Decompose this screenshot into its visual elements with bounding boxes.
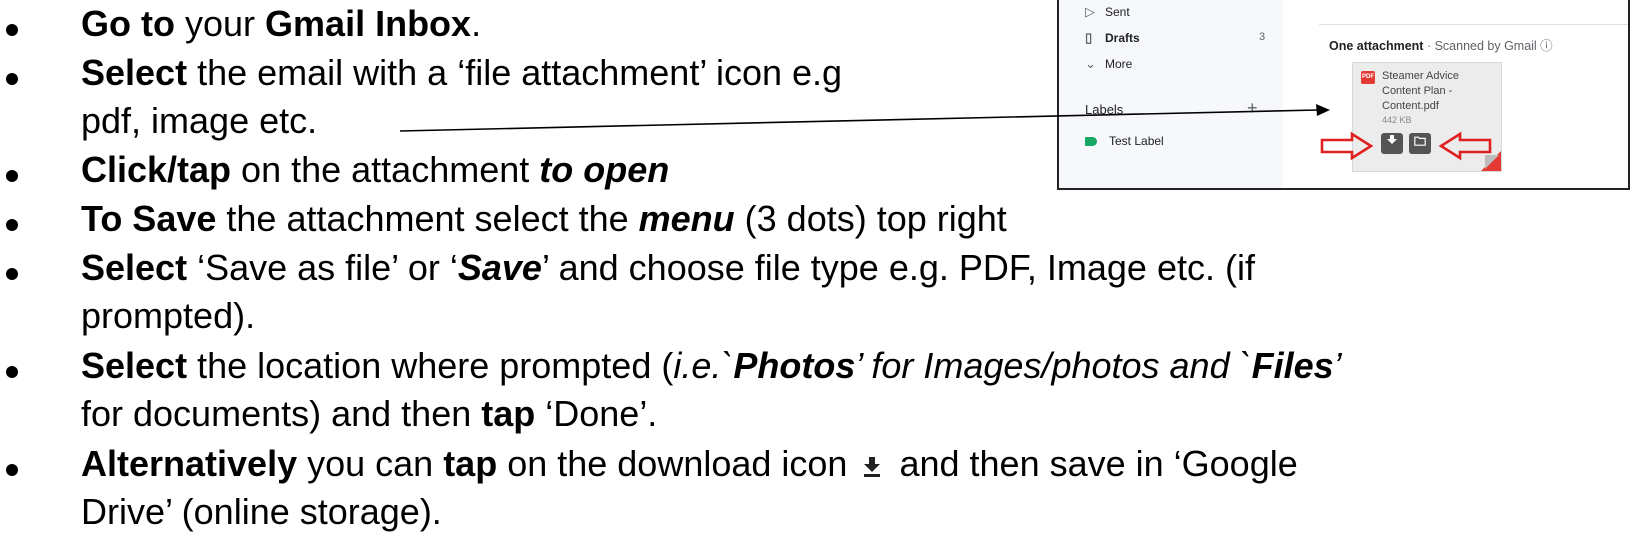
instruction-text-segment: you can xyxy=(297,443,444,484)
instruction-text-segment: Drive’ (online storage). xyxy=(81,491,442,532)
download-button[interactable] xyxy=(1381,133,1403,154)
instruction-text-segment: pdf, image etc. xyxy=(81,100,318,141)
instruction-text-segment: tap xyxy=(443,443,498,484)
instruction-text-segment: . xyxy=(471,3,482,44)
sidebar-item-sent[interactable]: ▷ Sent xyxy=(1085,4,1130,20)
instruction-text-segment: the attachment select the xyxy=(216,198,639,239)
instruction-line: pdf, image etc. xyxy=(81,101,317,141)
label-tag-icon xyxy=(1085,136,1097,146)
bullet xyxy=(6,464,18,476)
instruction-line: prompted). xyxy=(81,296,255,336)
instruction-text-segment: on the download icon xyxy=(497,443,858,484)
instruction-text-segment: your xyxy=(174,3,266,44)
instruction-line: Click/tap on the attachment to open xyxy=(81,150,669,190)
instruction-text-segment: the location where prompted ( xyxy=(187,345,674,386)
instruction-text-segment: Gmail Inbox xyxy=(265,3,472,44)
instruction-text-segment: prompted). xyxy=(81,295,256,336)
instruction-text-segment: Select xyxy=(81,345,188,386)
bullet xyxy=(6,268,18,280)
instruction-text-segment: for documents) and then xyxy=(81,393,482,434)
instruction-text-segment: (3 dots) top right xyxy=(734,198,1007,239)
instruction-text-segment: ‘Done’. xyxy=(535,393,658,434)
instruction-text-segment: the email with a ‘file attachment’ icon … xyxy=(187,52,843,93)
download-icon xyxy=(864,457,881,478)
instruction-line: Alternatively you can tap on the downloa… xyxy=(81,444,1298,484)
sidebar-item-drafts[interactable]: ▯ Drafts xyxy=(1085,30,1140,46)
sidebar-item-label: More xyxy=(1105,57,1133,71)
sidebar-item-label: Test Label xyxy=(1109,134,1164,148)
instruction-line: Go to your Gmail Inbox. xyxy=(81,4,481,44)
chevron-down-icon: ⌄ xyxy=(1085,56,1096,71)
instruction-text-segment: Select xyxy=(81,247,188,288)
instruction-text-segment: ’ and choose file type e.g. PDF, Image e… xyxy=(541,247,1255,288)
instruction-text-segment: Photos xyxy=(733,345,856,386)
sidebar-item-label: Drafts xyxy=(1105,31,1140,45)
page-fold-decoration xyxy=(1485,155,1499,169)
attachment-file-size: 442 KB xyxy=(1382,115,1412,125)
attachment-file-name: Steamer Advice Content Plan - Content.pd… xyxy=(1382,70,1460,112)
pdf-icon: PDF xyxy=(1361,71,1375,84)
labels-heading: Labels xyxy=(1085,102,1124,117)
instruction-line: To Save the attachment select the menu (… xyxy=(81,199,1007,239)
instruction-text-segment: i.e.` xyxy=(673,345,734,386)
instruction-text-segment: Alternatively xyxy=(81,443,298,484)
bullet xyxy=(6,219,18,231)
instruction-text-segment: Select xyxy=(81,52,188,93)
drafts-count: 3 xyxy=(1259,31,1266,43)
send-icon: ▷ xyxy=(1085,4,1095,19)
bullet xyxy=(6,366,18,378)
instruction-text-segment: Files xyxy=(1251,345,1334,386)
draft-file-icon: ▯ xyxy=(1085,30,1093,45)
instruction-text-segment: ’ for Images/photos and ` xyxy=(855,345,1252,386)
instruction-text-segment: ‘Save as file’ or ‘ xyxy=(187,247,458,288)
instruction-line: Drive’ (online storage). xyxy=(81,492,442,532)
instruction-text-segment: to open xyxy=(539,149,670,190)
instruction-text-segment: Go to xyxy=(81,3,175,44)
scanned-note: · Scanned by Gmail ⓘ xyxy=(1423,39,1553,53)
attachment-card[interactable]: PDF Steamer Advice Content Plan - Conten… xyxy=(1352,62,1502,172)
sidebar-item-label: Sent xyxy=(1105,5,1130,19)
instruction-text-segment: tap xyxy=(481,393,536,434)
add-label-button[interactable]: + xyxy=(1247,98,1258,119)
instruction-text-segment: Save xyxy=(457,247,542,288)
divider xyxy=(1319,24,1628,25)
instruction-line: for documents) and then tap ‘Done’. xyxy=(81,394,657,434)
instruction-text-segment: Click/tap xyxy=(81,149,232,190)
sidebar-item-more[interactable]: ⌄ More xyxy=(1085,56,1132,72)
folder-icon xyxy=(1414,136,1426,146)
instruction-line: Select the location where prompted (i.e.… xyxy=(81,346,1342,386)
save-to-drive-button[interactable] xyxy=(1409,133,1431,154)
instruction-line: Select the email with a ‘file attachment… xyxy=(81,53,842,93)
bullet xyxy=(6,24,18,36)
instruction-text-segment: To Save xyxy=(81,198,217,239)
gmail-screenshot: ▷ Sent ▯ Drafts 3 ⌄ More Labels + Test L… xyxy=(1057,0,1630,190)
instruction-text-segment: menu xyxy=(638,198,735,239)
attachment-header: One attachment · Scanned by Gmail ⓘ xyxy=(1329,35,1553,54)
instruction-text-segment: and then save in ‘Google xyxy=(889,443,1298,484)
gmail-sidebar: ▷ Sent ▯ Drafts 3 ⌄ More Labels + Test L… xyxy=(1059,0,1283,188)
bullet xyxy=(6,170,18,182)
download-icon xyxy=(1387,135,1397,144)
instruction-line: Select ‘Save as file’ or ‘Save’ and choo… xyxy=(81,248,1255,288)
instruction-text-segment: ’ xyxy=(1333,345,1342,386)
instruction-text-segment: on the attachment xyxy=(231,149,540,190)
attachment-count: One attachment xyxy=(1329,39,1424,53)
bullet xyxy=(6,73,18,85)
sidebar-item-test-label[interactable]: Test Label xyxy=(1085,134,1164,148)
